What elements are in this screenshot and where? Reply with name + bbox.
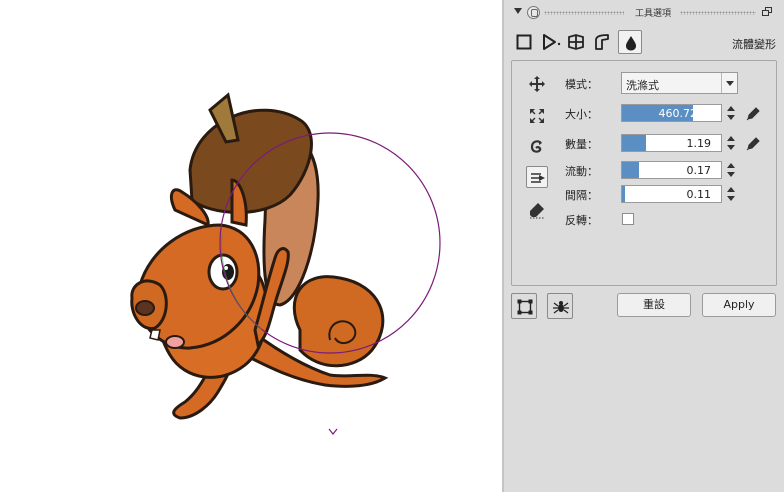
chevron-down-icon[interactable]: [721, 73, 737, 93]
liquid-drop-icon[interactable]: [618, 30, 642, 54]
flow-value: 0.17: [686, 164, 712, 177]
spacing-spinner[interactable]: [724, 185, 738, 203]
grip-left[interactable]: [544, 11, 624, 15]
amount-label: 數量：: [565, 138, 598, 151]
size-spinner[interactable]: [724, 104, 738, 122]
flow-label: 流動：: [565, 165, 598, 178]
active-tool-name: 流體變形: [732, 38, 776, 51]
shape-tool-icon[interactable]: [590, 30, 614, 54]
eraser-icon[interactable]: [526, 199, 548, 221]
push-icon[interactable]: [526, 166, 548, 188]
square-tool-icon[interactable]: [512, 30, 536, 54]
play-tool-icon[interactable]: [538, 30, 562, 54]
mode-select[interactable]: 洗滌式: [621, 72, 738, 94]
reverse-label: 反轉：: [565, 214, 598, 227]
mode-value: 洗滌式: [626, 79, 659, 92]
spacing-value: 0.11: [686, 188, 712, 201]
flow-slider[interactable]: 0.17: [621, 161, 722, 179]
options-box: 模式： 洗滌式 大小： 460.72 數量： 1.19 流動： 0.17 間隔：: [511, 60, 777, 286]
size-label: 大小：: [565, 108, 598, 121]
size-value: 460.72: [658, 107, 698, 120]
cube-tool-icon[interactable]: [564, 30, 588, 54]
collapse-arrow-icon[interactable]: [514, 8, 522, 14]
amount-spinner[interactable]: [724, 134, 738, 152]
mode-label: 模式：: [565, 78, 598, 91]
apply-button[interactable]: Apply: [702, 293, 776, 317]
squirrel-artwork: [130, 92, 441, 435]
amount-slider[interactable]: 1.19: [621, 134, 722, 152]
reverse-checkbox[interactable]: [622, 213, 634, 225]
amount-pen-pressure-icon[interactable]: [745, 135, 761, 151]
drawing-canvas[interactable]: [0, 0, 502, 492]
float-window-icon[interactable]: [762, 7, 773, 17]
tool-mode-row: 流體變形: [504, 28, 784, 56]
tool-options-panel: 工具選項 流體變形 模式： 洗滌式 大小： 460.72 數量： 1.19 流動…: [504, 0, 784, 492]
amount-value: 1.19: [686, 137, 712, 150]
spacing-slider[interactable]: 0.11: [621, 185, 722, 203]
transform-box-button[interactable]: [511, 293, 537, 319]
size-pen-pressure-icon[interactable]: [745, 105, 761, 121]
spacing-label: 間隔：: [565, 189, 598, 202]
flow-spinner[interactable]: [724, 161, 738, 179]
reset-button[interactable]: 重設: [617, 293, 691, 317]
expand-icon[interactable]: [526, 105, 548, 127]
panel-menu-icon[interactable]: [527, 6, 540, 19]
spider-icon[interactable]: [547, 293, 573, 319]
swirl-icon[interactable]: [526, 136, 548, 158]
size-slider[interactable]: 460.72: [621, 104, 722, 122]
panel-titlebar: 工具選項: [504, 0, 784, 26]
move-icon[interactable]: [526, 73, 548, 95]
panel-title: 工具選項: [634, 9, 671, 19]
grip-right[interactable]: [680, 11, 756, 15]
